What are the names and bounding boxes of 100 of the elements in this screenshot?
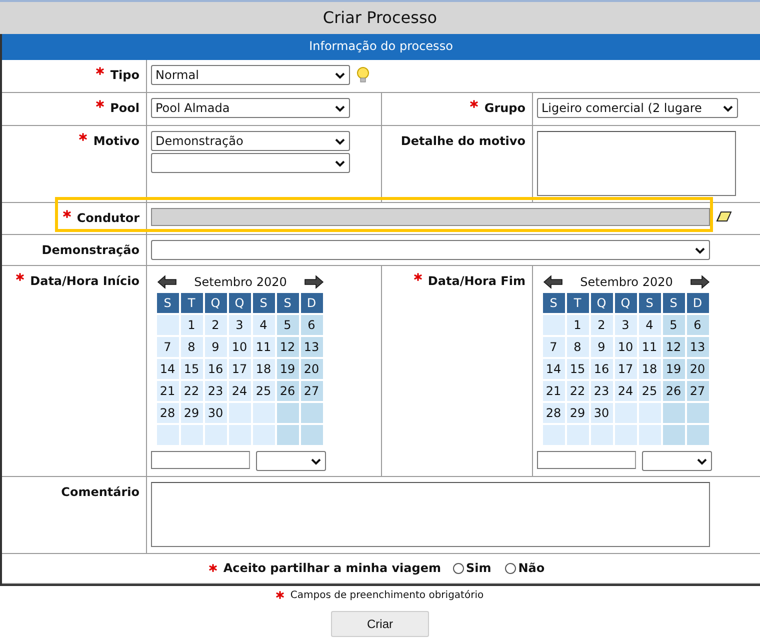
- calendar-day[interactable]: 30: [204, 403, 226, 423]
- calendar-day[interactable]: 8: [180, 337, 202, 357]
- legend-text: Campos de preenchimento obrigatório: [290, 590, 484, 601]
- calendar-day[interactable]: 21: [156, 381, 178, 401]
- calendar-day[interactable]: 25: [638, 381, 660, 401]
- calendar-day[interactable]: 14: [156, 359, 178, 379]
- empty-day-cell: [590, 425, 612, 445]
- calendar-day[interactable]: 12: [276, 337, 298, 357]
- calendar-day[interactable]: 25: [252, 381, 274, 401]
- field-label: Motivo: [93, 134, 140, 148]
- weekday-header: Q: [590, 293, 612, 313]
- dropdown[interactable]: [150, 153, 350, 173]
- calendar-day[interactable]: 30: [590, 403, 612, 423]
- calendar-day[interactable]: 9: [590, 337, 612, 357]
- calendar-day[interactable]: 26: [662, 381, 684, 401]
- calendar-day[interactable]: 27: [686, 381, 708, 401]
- empty-day-cell: [686, 425, 708, 445]
- calendar-day[interactable]: 15: [566, 359, 588, 379]
- calendar-day[interactable]: 18: [638, 359, 660, 379]
- calendar-day[interactable]: 13: [686, 337, 708, 357]
- calendar-day[interactable]: 26: [276, 381, 298, 401]
- radio-option[interactable]: Não: [505, 561, 545, 575]
- calendar-day[interactable]: 17: [614, 359, 636, 379]
- calendar-day[interactable]: 5: [662, 315, 684, 335]
- calendar-day[interactable]: 9: [204, 337, 226, 357]
- dropdown[interactable]: [150, 240, 710, 260]
- calendar-day[interactable]: 27: [300, 381, 322, 401]
- dropdown[interactable]: Pool Almada: [150, 98, 350, 118]
- calendar-day[interactable]: 11: [638, 337, 660, 357]
- month-title: Setembro 2020: [580, 275, 673, 289]
- calendar-day[interactable]: 24: [614, 381, 636, 401]
- calendar-day[interactable]: 22: [180, 381, 202, 401]
- calendar-day[interactable]: 16: [204, 359, 226, 379]
- calendar-day[interactable]: 22: [566, 381, 588, 401]
- weekday-header: Q: [228, 293, 250, 313]
- dropdown[interactable]: Normal: [150, 65, 350, 85]
- calendar-day[interactable]: 5: [276, 315, 298, 335]
- calendar-day[interactable]: 15: [180, 359, 202, 379]
- dropdown[interactable]: [256, 451, 326, 471]
- calendar-day[interactable]: 10: [228, 337, 250, 357]
- dropdown[interactable]: [642, 451, 712, 471]
- chevron-icon: [334, 138, 344, 144]
- calendar-day[interactable]: 8: [566, 337, 588, 357]
- dropdown[interactable]: Ligeiro comercial (2 lugare: [536, 98, 738, 118]
- month-title: Setembro 2020: [194, 275, 287, 289]
- page-title: Criar Processo: [0, 0, 760, 34]
- calendar-day[interactable]: 11: [252, 337, 274, 357]
- date-input[interactable]: [536, 451, 636, 469]
- calendar-day[interactable]: 17: [228, 359, 250, 379]
- calendar-day[interactable]: 14: [542, 359, 564, 379]
- calendar-day[interactable]: 4: [638, 315, 660, 335]
- calendar-day[interactable]: 28: [542, 403, 564, 423]
- calendar-day[interactable]: 4: [252, 315, 274, 335]
- radio-option[interactable]: Sim: [452, 561, 492, 575]
- calendar-day[interactable]: 3: [614, 315, 636, 335]
- calendar-day[interactable]: 7: [156, 337, 178, 357]
- calendar-day[interactable]: 1: [180, 315, 202, 335]
- previous-arrow-icon[interactable]: [542, 275, 562, 289]
- chevron-icon: [722, 104, 732, 112]
- calendar-day[interactable]: 13: [300, 337, 322, 357]
- calendar-day[interactable]: 23: [590, 381, 612, 401]
- calendar-day[interactable]: 19: [276, 359, 298, 379]
- section-header: Informação do processo: [2, 34, 760, 60]
- calendar-day[interactable]: 19: [662, 359, 684, 379]
- calendar-day[interactable]: 29: [566, 403, 588, 423]
- calendar-day[interactable]: 21: [542, 381, 564, 401]
- calendar-day[interactable]: 1: [566, 315, 588, 335]
- empty-day-cell: [204, 425, 226, 445]
- date-input[interactable]: [150, 451, 250, 469]
- calendar-day[interactable]: 2: [590, 315, 612, 335]
- create-button[interactable]: Criar: [331, 611, 429, 637]
- field-label: Pool: [110, 101, 140, 115]
- weekday-header: T: [180, 293, 202, 313]
- calendar-day[interactable]: 6: [686, 315, 708, 335]
- calendar-day[interactable]: 12: [662, 337, 684, 357]
- calendar-day[interactable]: 23: [204, 381, 226, 401]
- calendar-day[interactable]: 28: [156, 403, 178, 423]
- chevron-icon: [334, 104, 344, 112]
- calendar-day[interactable]: 20: [300, 359, 322, 379]
- calendar-day[interactable]: 29: [180, 403, 202, 423]
- dropdown[interactable]: Demonstração: [150, 131, 350, 151]
- calendar-day[interactable]: 18: [252, 359, 274, 379]
- weekday-header: S: [662, 293, 684, 313]
- empty-day-cell: [614, 425, 636, 445]
- previous-arrow-icon[interactable]: [156, 275, 176, 289]
- calendar-day[interactable]: 3: [228, 315, 250, 335]
- weekday-header: S: [252, 293, 274, 313]
- lightbulb-icon[interactable]: [356, 66, 370, 84]
- text-area[interactable]: [536, 131, 736, 196]
- eraser-icon[interactable]: [716, 211, 732, 223]
- comment-area[interactable]: [150, 482, 710, 547]
- calendar-day[interactable]: 10: [614, 337, 636, 357]
- calendar-day[interactable]: 6: [300, 315, 322, 335]
- calendar-day[interactable]: 20: [686, 359, 708, 379]
- calendar-day[interactable]: 24: [228, 381, 250, 401]
- next-arrow-icon[interactable]: [304, 275, 324, 289]
- next-arrow-icon[interactable]: [690, 275, 710, 289]
- calendar-day[interactable]: 7: [542, 337, 564, 357]
- calendar-day[interactable]: 2: [204, 315, 226, 335]
- calendar-day[interactable]: 16: [590, 359, 612, 379]
